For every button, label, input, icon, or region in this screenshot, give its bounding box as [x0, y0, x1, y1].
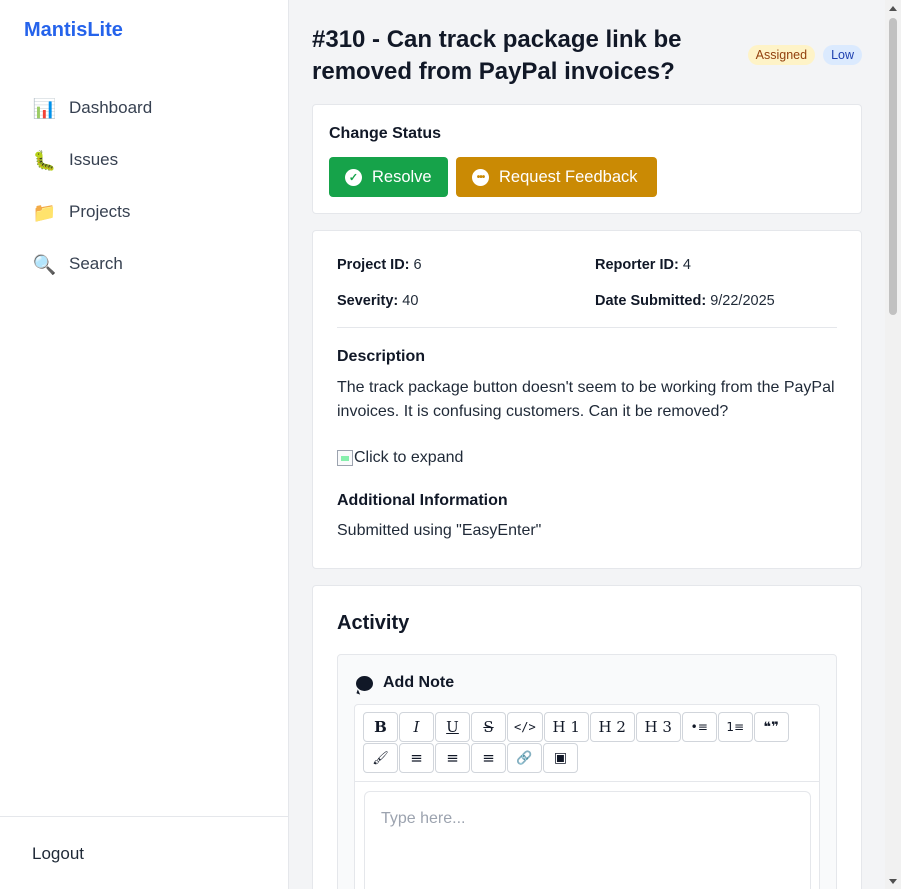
brand-logo[interactable]: MantisLite — [24, 19, 123, 42]
comment-icon: ••• — [472, 168, 489, 186]
main-content: #310 - Can track package link be removed… — [289, 0, 885, 889]
sidebar-item-dashboard[interactable]: 📊 Dashboard — [16, 82, 273, 134]
issue-badges: Assigned Low — [747, 45, 862, 65]
description-heading: Description — [337, 348, 426, 365]
underline-button[interactable]: U — [435, 712, 470, 742]
sidebar-item-label: Projects — [69, 202, 131, 221]
chart-icon: 📊 — [32, 97, 57, 120]
additional-info-text: Submitted using "EasyEnter" — [337, 522, 542, 539]
request-feedback-label: Request Feedback — [499, 167, 638, 186]
severity: Severity: 40 — [337, 293, 419, 309]
search-icon: 🔍 — [32, 253, 57, 276]
folder-icon: 📁 — [32, 201, 57, 224]
sidebar: MantisLite 📊 Dashboard 🐛 Issues 📁 Projec… — [0, 0, 289, 889]
attachment-alt-text: Click to expand — [354, 449, 464, 466]
description-text: The track package button doesn't seem to… — [337, 379, 835, 420]
project-id: Project ID: 6 — [337, 257, 422, 273]
activity-heading: Activity — [337, 612, 410, 634]
reporter-id: Reporter ID: 4 — [595, 257, 691, 273]
align-center-button[interactable]: ≡ — [435, 743, 470, 773]
sidebar-footer: Logout — [0, 816, 288, 889]
additional-info-heading: Additional Information — [337, 492, 508, 509]
bold-button[interactable]: B — [363, 712, 398, 742]
sidebar-item-label: Search — [69, 254, 123, 273]
link-button[interactable]: 🔗 — [507, 743, 542, 773]
logout-link[interactable]: Logout — [32, 844, 84, 864]
sidebar-item-label: Dashboard — [69, 98, 153, 117]
code-button[interactable]: </> — [507, 712, 543, 742]
align-left-button[interactable]: ≡ — [399, 743, 434, 773]
request-feedback-button[interactable]: ••• Request Feedback — [456, 157, 657, 197]
bug-icon: 🐛 — [32, 149, 57, 172]
change-status-heading: Change Status — [329, 125, 442, 142]
resolve-label: Resolve — [372, 167, 432, 186]
issue-details-card: Project ID: 6 Reporter ID: 4 Severity: 4… — [312, 230, 862, 569]
sidebar-item-label: Issues — [69, 150, 119, 169]
editor-toolbar: B I U S </> H 1 H 2 H 3 •≡ 1≡ ❝❞ 🖌 ≡ ≡ ≡… — [355, 705, 819, 782]
heading-3-button[interactable]: H 3 — [635, 712, 681, 742]
attachment-image[interactable]: Click to expand — [337, 449, 463, 467]
scrollbar[interactable] — [885, 0, 901, 889]
sidebar-item-projects[interactable]: 📁 Projects — [16, 186, 273, 238]
date-submitted: Date Submitted: 9/22/2025 — [595, 293, 775, 309]
sidebar-item-issues[interactable]: 🐛 Issues — [16, 134, 273, 186]
add-note-heading: Add Note — [356, 674, 454, 692]
image-button[interactable]: ▣ — [543, 743, 578, 773]
broken-image-icon — [337, 450, 353, 466]
blockquote-button[interactable]: ❝❞ — [753, 712, 789, 742]
italic-button[interactable]: I — [399, 712, 434, 742]
bullet-list-button[interactable]: •≡ — [681, 712, 717, 742]
heading-2-button[interactable]: H 2 — [589, 712, 635, 742]
sidebar-nav: 📊 Dashboard 🐛 Issues 📁 Projects 🔍 Search — [16, 82, 273, 290]
note-textarea[interactable]: Type here... — [364, 791, 811, 889]
scroll-thumb[interactable] — [889, 18, 897, 315]
change-status-card: Change Status ✓ Resolve ••• Request Feed… — [312, 104, 862, 214]
numbered-list-button[interactable]: 1≡ — [717, 712, 753, 742]
sidebar-item-search[interactable]: 🔍 Search — [16, 238, 273, 290]
scroll-down-arrow-icon[interactable] — [889, 879, 897, 884]
heading-1-button[interactable]: H 1 — [543, 712, 589, 742]
priority-badge: Low — [823, 45, 862, 65]
add-note-box: Add Note B I U S </> H 1 H 2 H 3 •≡ 1≡ ❝… — [337, 654, 837, 889]
align-right-button[interactable]: ≡ — [471, 743, 506, 773]
activity-card: Activity Add Note B I U S </> H 1 H 2 H … — [312, 585, 862, 889]
add-note-label: Add Note — [383, 674, 455, 691]
check-circle-icon: ✓ — [345, 168, 362, 186]
page-title: #310 - Can track package link be removed… — [312, 26, 682, 85]
status-badge: Assigned — [747, 45, 816, 65]
highlight-button[interactable]: 🖌 — [363, 743, 398, 773]
strikethrough-button[interactable]: S — [471, 712, 506, 742]
note-editor: B I U S </> H 1 H 2 H 3 •≡ 1≡ ❝❞ 🖌 ≡ ≡ ≡… — [354, 704, 820, 889]
chat-icon — [356, 675, 373, 691]
scroll-up-arrow-icon[interactable] — [889, 6, 897, 11]
divider — [337, 327, 837, 328]
resolve-button[interactable]: ✓ Resolve — [329, 157, 448, 197]
